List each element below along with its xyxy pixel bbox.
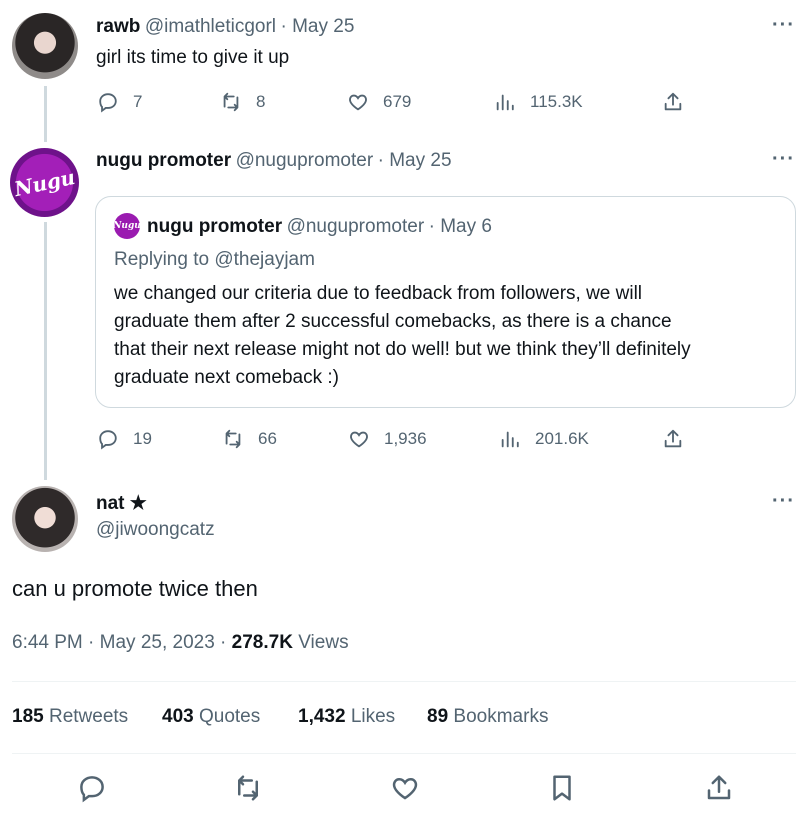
bookmarks-count: 89 bbox=[427, 706, 449, 727]
tweet-date[interactable]: · May 25 bbox=[378, 150, 452, 171]
tweet-header: rawb @imathleticgorl · May 25 bbox=[96, 16, 354, 38]
quote-text-line: graduate next comeback :) bbox=[114, 367, 339, 388]
retweet-button[interactable] bbox=[233, 773, 263, 803]
views-count: 115.3K bbox=[530, 92, 583, 111]
reply-button[interactable]: 7 bbox=[97, 91, 142, 113]
views-icon bbox=[496, 94, 514, 111]
avatar[interactable] bbox=[12, 486, 78, 552]
reply-icon bbox=[99, 430, 117, 450]
like-icon bbox=[350, 431, 368, 448]
retweets-stat[interactable]: 185 Retweets bbox=[12, 706, 128, 728]
divider bbox=[12, 753, 796, 754]
handle[interactable]: @nugupromoter bbox=[236, 150, 374, 171]
handle[interactable]: @imathleticgorl bbox=[145, 16, 276, 37]
reply-icon bbox=[80, 776, 104, 803]
bookmark-icon bbox=[553, 775, 571, 801]
like-icon bbox=[349, 94, 367, 111]
more-icon[interactable]: ··· bbox=[772, 14, 795, 37]
views-button[interactable]: 201.6K bbox=[499, 428, 589, 450]
reply-button[interactable] bbox=[77, 773, 107, 803]
quote-avatar: Nugu bbox=[113, 213, 141, 239]
bookmarks-label: Bookmarks bbox=[448, 706, 549, 727]
bookmarks-stat[interactable]: 89 Bookmarks bbox=[427, 706, 548, 728]
retweet-icon bbox=[238, 775, 258, 801]
like-button[interactable] bbox=[390, 773, 420, 803]
likes-label: Likes bbox=[345, 706, 396, 727]
more-icon[interactable]: ··· bbox=[772, 490, 795, 513]
avatar-logo-text: Nugu bbox=[11, 164, 77, 201]
display-name[interactable]: nat ★ bbox=[96, 492, 147, 515]
retweet-count: 66 bbox=[258, 429, 277, 448]
reply-icon bbox=[99, 93, 117, 113]
share-icon bbox=[664, 429, 682, 448]
avatar[interactable]: Nugu bbox=[10, 148, 79, 217]
bookmark-button[interactable] bbox=[547, 773, 577, 803]
retweet-count: 8 bbox=[256, 92, 266, 111]
likes-count: 1,432 bbox=[298, 706, 346, 727]
quote-display-name: nugu promoter bbox=[147, 216, 283, 237]
share-button[interactable] bbox=[704, 773, 734, 803]
like-button[interactable]: 679 bbox=[347, 91, 411, 113]
thread-line bbox=[44, 86, 47, 142]
views-count: 201.6K bbox=[535, 429, 589, 448]
retweet-icon bbox=[225, 429, 241, 449]
quote-text-line: graduate them after 2 successful comebac… bbox=[114, 311, 672, 332]
views-icon bbox=[501, 431, 519, 448]
divider bbox=[12, 681, 796, 682]
views-button[interactable]: 115.3K bbox=[494, 91, 583, 113]
replying-to: Replying to @thejayjam bbox=[114, 249, 315, 270]
thread-line bbox=[44, 222, 47, 480]
share-icon bbox=[707, 775, 731, 800]
reply-count: 7 bbox=[133, 92, 143, 111]
reply-button[interactable]: 19 bbox=[97, 428, 152, 450]
like-icon bbox=[392, 777, 418, 800]
like-button[interactable]: 1,936 bbox=[348, 428, 427, 450]
quotes-label: Quotes bbox=[193, 706, 261, 727]
retweet-button[interactable]: 8 bbox=[220, 91, 265, 113]
like-count: 1,936 bbox=[384, 429, 427, 448]
retweets-label: Retweets bbox=[43, 706, 129, 727]
quote-text-line: that their next release might not do wel… bbox=[114, 339, 691, 360]
display-name[interactable]: nugu promoter bbox=[96, 150, 231, 171]
like-count: 679 bbox=[383, 92, 412, 111]
tweet-header: nugu promoter @nugupromoter · May 25 bbox=[96, 150, 452, 172]
quote-header: nugu promoter @nugupromoter · May 6 bbox=[147, 216, 492, 238]
tweet-text: girl its time to give it up bbox=[96, 47, 290, 68]
reply-count: 19 bbox=[133, 429, 152, 448]
tweet-timestamp-row: 6:44 PM · May 25, 2023 · 278.7K Views bbox=[12, 632, 349, 654]
retweets-count: 185 bbox=[12, 706, 44, 727]
likes-stat[interactable]: 1,432 Likes bbox=[298, 706, 395, 728]
quote-handle: @nugupromoter bbox=[286, 216, 425, 237]
handle[interactable]: @jiwoongcatz bbox=[96, 519, 215, 541]
share-button[interactable] bbox=[662, 428, 684, 450]
display-name[interactable]: rawb bbox=[96, 16, 140, 37]
quotes-stat[interactable]: 403 Quotes bbox=[162, 706, 260, 728]
quotes-count: 403 bbox=[162, 706, 194, 727]
views-count: 278.7K bbox=[231, 632, 293, 653]
quote-text-line: we changed our criteria due to feedback … bbox=[114, 283, 643, 304]
retweet-button[interactable]: 66 bbox=[222, 428, 277, 450]
tweet-timestamp[interactable]: 6:44 PM · May 25, 2023 · bbox=[12, 632, 232, 653]
share-button[interactable] bbox=[662, 91, 684, 113]
views-label: Views bbox=[292, 632, 349, 653]
more-icon[interactable]: ··· bbox=[772, 148, 795, 171]
tweet-date[interactable]: · May 25 bbox=[280, 16, 354, 37]
quote-avatar-text: Nugu bbox=[113, 221, 141, 231]
retweet-icon bbox=[223, 92, 239, 112]
quote-date: · May 6 bbox=[428, 216, 492, 237]
tweet-text: can u promote twice then bbox=[12, 576, 258, 601]
share-icon bbox=[664, 92, 682, 111]
avatar[interactable] bbox=[12, 13, 78, 79]
